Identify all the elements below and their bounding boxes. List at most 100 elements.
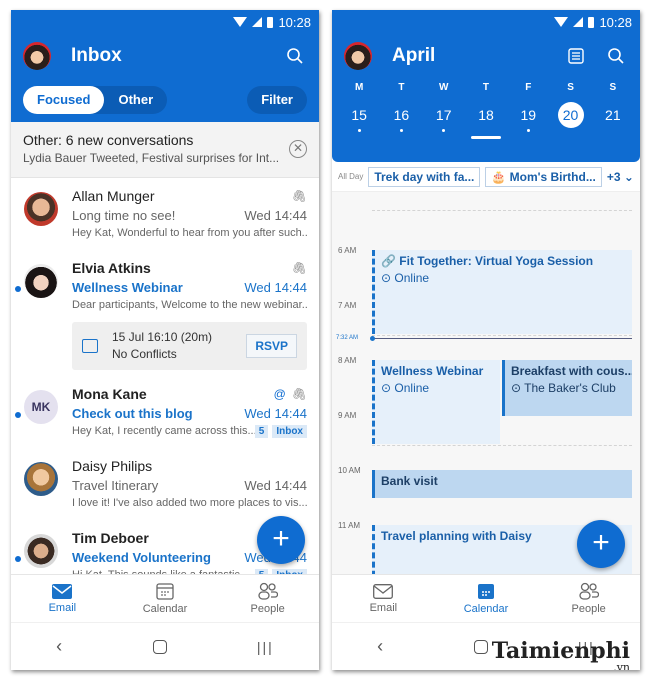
account-avatar[interactable] xyxy=(344,42,372,70)
signal-icon xyxy=(573,17,584,27)
expand-handle[interactable] xyxy=(471,136,501,139)
day-wed[interactable]: W 17 xyxy=(423,78,465,132)
current-time-line xyxy=(372,338,632,339)
day-letter: T xyxy=(398,82,405,93)
event-dot xyxy=(399,129,403,132)
hour-label: 8 AM xyxy=(338,356,357,365)
event-location: Online xyxy=(394,271,430,285)
location-icon: ⊙ xyxy=(511,381,525,395)
bottom-tab-bar: Email Calendar People xyxy=(11,574,319,622)
status-bar: 10:28 xyxy=(11,10,319,34)
message-subject: Check out this blog xyxy=(72,405,193,421)
tab-label: Calendar xyxy=(463,603,509,615)
home-icon[interactable] xyxy=(152,639,167,654)
more-all-day-button[interactable]: +3 ⌄ xyxy=(607,170,634,184)
all-day-row: All Day Trek day with fa... 🎂 Mom's Birt… xyxy=(332,162,640,192)
more-count: +3 xyxy=(606,169,621,184)
unread-indicator xyxy=(15,556,21,562)
linked-event-icon: 🔗 xyxy=(381,254,400,268)
chevron-down-icon: ⌄ xyxy=(623,169,634,184)
plus-icon: + xyxy=(592,526,610,559)
recents-icon[interactable]: ||| xyxy=(257,639,274,655)
bottom-tab-bar: Email Calendar People xyxy=(332,574,640,622)
meeting-invite-card[interactable]: 15 Jul 16:10 (20m) No Conflicts RSVP xyxy=(72,322,307,370)
filter-button[interactable]: Filter xyxy=(247,86,307,114)
message-list-item[interactable]: Daisy Philips Travel Itinerary Wed 14:44… xyxy=(11,448,319,520)
event-title: Wellness Webinar xyxy=(381,364,484,378)
tab-label: Calendar xyxy=(142,603,188,615)
location-icon: ⊙ xyxy=(381,271,395,285)
day-number: 15 xyxy=(351,107,367,123)
thread-count-badge: 5 xyxy=(254,424,269,438)
tab-focused[interactable]: Focused xyxy=(23,86,105,114)
tab-email[interactable]: Email xyxy=(332,575,435,622)
gridline xyxy=(372,335,632,336)
new-event-button[interactable]: + xyxy=(577,520,625,568)
message-subject: Long time no see! xyxy=(72,207,176,223)
day-number: 18 xyxy=(478,107,494,123)
event-dot xyxy=(611,129,614,132)
all-day-event[interactable]: 🎂 Mom's Birthd... xyxy=(485,166,602,187)
search-button[interactable] xyxy=(283,44,307,68)
gridline xyxy=(372,445,632,446)
status-time: 10:28 xyxy=(278,14,311,30)
message-list-item[interactable]: MK Mona Kane @ 🖇 Check out this blog Wed … xyxy=(11,376,319,448)
list-view-icon xyxy=(568,48,584,64)
signal-icon xyxy=(252,17,263,27)
message-preview: I love it! I've also added two more plac… xyxy=(72,497,307,509)
back-icon[interactable]: ‹ xyxy=(56,636,62,657)
event-location: Online xyxy=(394,381,430,395)
calendar-screen: 10:28 April M 15 T 16 W 17 T 18 F 19 S 20 S 21 … xyxy=(332,10,640,670)
sender-avatar: MK xyxy=(24,390,58,424)
calendar-event[interactable]: 🔗 Fit Together: Virtual Yoga Session ⊙ O… xyxy=(372,250,632,334)
close-icon[interactable]: ✕ xyxy=(289,140,307,158)
other-conversations-banner[interactable]: Other: 6 new conversations Lydia Bauer T… xyxy=(11,122,319,178)
message-list-item[interactable]: Allan Munger 🖇 Long time no see! Wed 14:… xyxy=(11,178,319,250)
tab-calendar[interactable]: Calendar xyxy=(114,575,217,622)
day-letter: F xyxy=(525,82,532,93)
tab-people[interactable]: People xyxy=(537,575,640,622)
day-number: 17 xyxy=(435,107,452,123)
cake-icon: 🎂 xyxy=(491,169,510,184)
invite-conflicts: No Conflicts xyxy=(112,347,177,361)
message-preview: Hey Kat, Wonderful to hear from you afte… xyxy=(72,227,307,239)
day-mon[interactable]: M 15 xyxy=(338,78,380,132)
home-icon[interactable] xyxy=(473,639,488,654)
message-subject: Travel Itinerary xyxy=(72,477,159,493)
tab-email[interactable]: Email xyxy=(11,575,114,622)
all-day-event[interactable]: Trek day with fa... xyxy=(368,166,481,187)
day-thu[interactable]: T 18 xyxy=(465,78,507,132)
tab-label: Email xyxy=(369,601,398,614)
sender-name: Daisy Philips xyxy=(72,458,153,474)
agenda-view-button[interactable] xyxy=(564,44,588,68)
day-fri[interactable]: F 19 xyxy=(507,78,549,132)
tab-other[interactable]: Other xyxy=(104,86,167,114)
tab-calendar[interactable]: Calendar xyxy=(435,575,538,622)
week-strip: M 15 T 16 W 17 T 18 F 19 S 20 S 21 xyxy=(332,78,640,132)
event-dot xyxy=(569,129,572,132)
mail-icon xyxy=(52,583,73,599)
message-list-item[interactable]: Elvia Atkins 🖇 Wellness Webinar Wed 14:4… xyxy=(11,250,319,316)
account-avatar[interactable] xyxy=(23,42,51,70)
calendar-event[interactable]: Breakfast with cous... ⊙ The Baker's Clu… xyxy=(502,360,632,416)
event-title: Fit Together: Virtual Yoga Session xyxy=(399,254,594,268)
wifi-icon xyxy=(554,17,569,27)
day-letter: S xyxy=(567,82,574,93)
day-tue[interactable]: T 16 xyxy=(380,78,422,132)
plus-icon: + xyxy=(272,522,290,555)
page-title: Inbox xyxy=(71,45,122,66)
calendar-icon xyxy=(478,584,494,599)
calendar-event[interactable]: Bank visit xyxy=(372,470,632,498)
back-icon[interactable]: ‹ xyxy=(377,636,383,657)
sender-avatar xyxy=(24,462,58,496)
tab-label: People xyxy=(250,603,285,615)
calendar-event[interactable]: Wellness Webinar ⊙ Online xyxy=(372,360,500,444)
rsvp-button[interactable]: RSVP xyxy=(246,334,297,358)
inbox-header: 10:28 Inbox Focused Other Filter xyxy=(11,10,319,122)
tab-people[interactable]: People xyxy=(216,575,319,622)
search-button[interactable] xyxy=(604,44,628,68)
compose-button[interactable]: + xyxy=(257,516,305,564)
day-sun[interactable]: S 21 xyxy=(592,78,634,132)
attachment-icon: 🖇 xyxy=(291,387,307,401)
day-sat[interactable]: S 20 xyxy=(549,78,591,132)
